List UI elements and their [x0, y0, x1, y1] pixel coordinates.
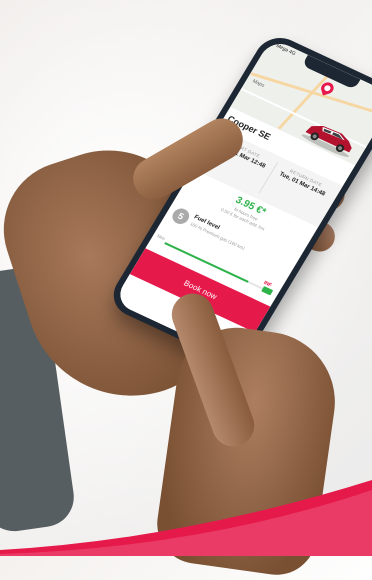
return-date[interactable]: RETURN DATE Tue, 01 Mar 14:48	[273, 163, 335, 200]
fuel-bar-label: fillm	[156, 233, 167, 242]
map-label: Maps	[251, 78, 266, 89]
battery-icon	[261, 286, 274, 296]
brand-swoosh	[0, 480, 372, 556]
fuel-level-icon: 5	[169, 205, 193, 227]
